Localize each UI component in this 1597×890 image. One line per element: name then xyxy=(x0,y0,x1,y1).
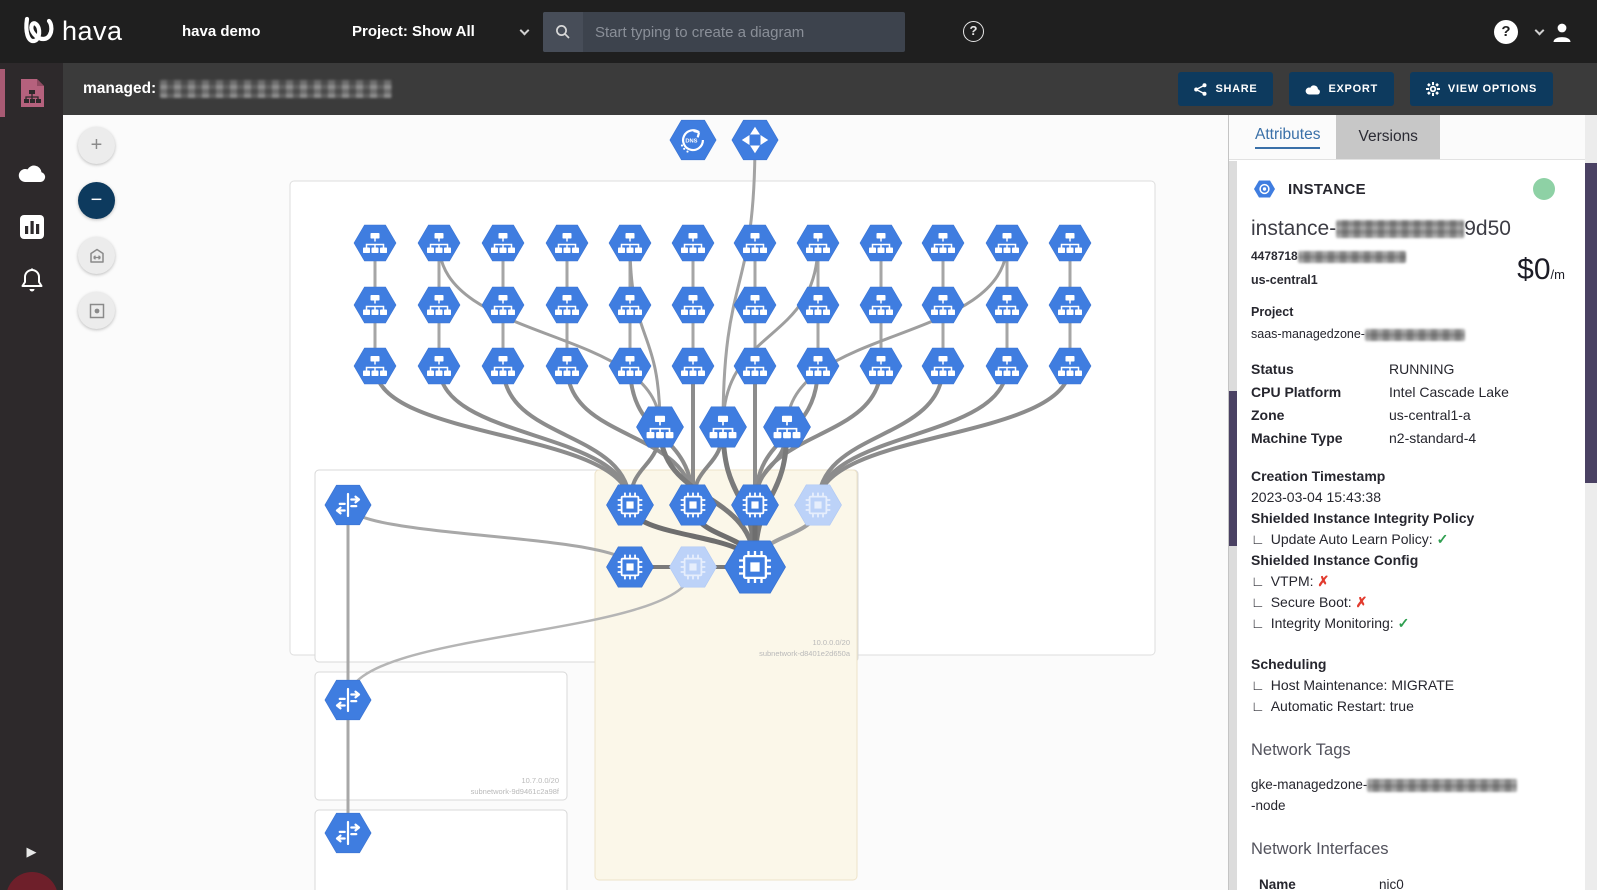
network-tags-header: Network Tags xyxy=(1251,741,1571,760)
diagram-container xyxy=(595,470,857,880)
intercom-button[interactable] xyxy=(6,872,58,890)
cloud-icon xyxy=(17,163,47,183)
redacted-text xyxy=(1365,329,1465,341)
cross-icon: ✗ xyxy=(1356,594,1368,610)
chevron-down-icon xyxy=(519,25,529,35)
workspace-name[interactable]: hava demo xyxy=(182,23,332,40)
center-view-button[interactable] xyxy=(78,292,115,329)
diagram-search xyxy=(543,12,905,52)
hava-logo-icon xyxy=(20,12,58,52)
diagram-document-icon xyxy=(17,77,47,109)
cross-icon: ✗ xyxy=(1318,573,1330,589)
zoom-out-button[interactable]: − xyxy=(78,182,115,219)
sidebar: ▶ xyxy=(0,63,63,890)
tab-attributes[interactable]: Attributes xyxy=(1243,115,1332,159)
top-bar: hava hava demo Project: Show All ? ? xyxy=(0,0,1597,63)
svg-text:DNS: DNS xyxy=(685,138,697,144)
subnet-label: subnetwork-d8401e2d650a xyxy=(759,649,851,658)
diagram-svg: DNS 10.0.0.0/20 subnetwork-d8401e2d650a 10.… xyxy=(63,115,1228,890)
fit-view-button[interactable] xyxy=(78,237,115,274)
price-label: $0/m xyxy=(1517,253,1565,287)
project-label: Project xyxy=(1251,305,1571,319)
sidebar-item-environments[interactable] xyxy=(0,147,63,199)
instance-name: instance-9d50 xyxy=(1251,217,1571,241)
project-selector[interactable]: Project: Show All xyxy=(352,23,528,40)
gear-icon xyxy=(1426,82,1440,96)
view-options-button[interactable]: VIEW OPTIONS xyxy=(1410,72,1553,106)
bar-chart-icon xyxy=(19,214,45,240)
node-dns[interactable]: DNS xyxy=(670,120,716,160)
panel-body: INSTANCE instance-9d50 4478718 us-centra… xyxy=(1237,161,1585,890)
redacted-text xyxy=(1367,779,1517,792)
status-indicator xyxy=(1533,178,1555,200)
hava-logo[interactable]: hava xyxy=(20,12,140,52)
instance-region: us-central1 xyxy=(1251,273,1517,287)
network-tag-value: gke-managedzone- -node xyxy=(1251,774,1571,816)
bell-icon xyxy=(19,267,45,295)
subnet-label: 10.0.0.0/20 xyxy=(812,638,850,647)
search-input[interactable] xyxy=(583,24,905,41)
check-icon: ✓ xyxy=(1437,531,1449,547)
instance-id: 4478718 xyxy=(1251,249,1517,263)
redacted-text xyxy=(160,80,392,98)
help-icon[interactable]: ? xyxy=(1494,20,1518,44)
sidebar-expand-button[interactable]: ▶ xyxy=(0,844,63,860)
sidebar-item-diagrams[interactable] xyxy=(0,67,63,119)
node-net4[interactable] xyxy=(732,120,778,160)
logo-text: hava xyxy=(62,16,123,47)
diagram-title-bar: managed: SHARE EXPORT VIEW OPTIONS xyxy=(63,63,1597,115)
shielded-integrity-policy: Shielded Instance Integrity Policy ∟Upda… xyxy=(1251,508,1571,634)
center-view-icon xyxy=(88,302,106,320)
diagram-canvas[interactable]: DNS 10.0.0.0/20 subnetwork-d8401e2d650a 10.… xyxy=(63,115,1228,890)
panel-scrollbar[interactable] xyxy=(1229,161,1237,890)
project-value: saas-managedzone- xyxy=(1251,327,1571,341)
share-button[interactable]: SHARE xyxy=(1178,72,1273,106)
account-menu[interactable] xyxy=(1536,21,1573,43)
export-button[interactable]: EXPORT xyxy=(1289,72,1393,106)
search-help-icon[interactable]: ? xyxy=(963,21,984,42)
chevron-down-icon xyxy=(1535,25,1545,35)
sidebar-item-usage[interactable] xyxy=(0,201,63,253)
scheduling-section: Scheduling ∟Host Maintenance: MIGRATE ∟A… xyxy=(1251,654,1571,717)
cloud-export-icon xyxy=(1305,84,1320,95)
fit-view-icon xyxy=(88,247,106,265)
subnet-label: subnetwork-9d9461c2a98f xyxy=(471,787,560,796)
sidebar-item-alerts[interactable] xyxy=(0,255,63,307)
tab-versions[interactable]: Versions xyxy=(1336,115,1439,159)
window-scrollbar[interactable] xyxy=(1585,115,1597,890)
attributes-panel: Attributes Versions INSTANCE instance-9d… xyxy=(1228,115,1585,890)
diagram-title: managed: xyxy=(83,80,392,98)
panel-tabs: Attributes Versions xyxy=(1229,115,1585,160)
resource-type-label: INSTANCE xyxy=(1288,181,1366,198)
subnet-label: 10.7.0.0/20 xyxy=(521,776,559,785)
instance-hexagon-icon xyxy=(1251,177,1278,201)
network-interfaces-header: Network Interfaces xyxy=(1251,840,1571,859)
window-scrollbar-thumb[interactable] xyxy=(1585,163,1597,483)
redacted-text xyxy=(1298,251,1406,263)
creation-timestamp: Creation Timestamp 2023-03-04 15:43:38 xyxy=(1251,466,1571,508)
redacted-text xyxy=(1336,220,1464,238)
search-icon xyxy=(543,12,583,52)
check-icon: ✓ xyxy=(1398,615,1410,631)
panel-scrollbar-thumb[interactable] xyxy=(1229,391,1237,546)
network-interface-fields: Namenic0 Network IP10.0.0.6 xyxy=(1251,877,1571,890)
instance-fields: StatusRUNNING CPU PlatformIntel Cascade … xyxy=(1251,361,1571,446)
user-icon xyxy=(1551,21,1573,43)
zoom-in-button[interactable]: + xyxy=(78,127,115,164)
share-icon xyxy=(1194,83,1207,96)
